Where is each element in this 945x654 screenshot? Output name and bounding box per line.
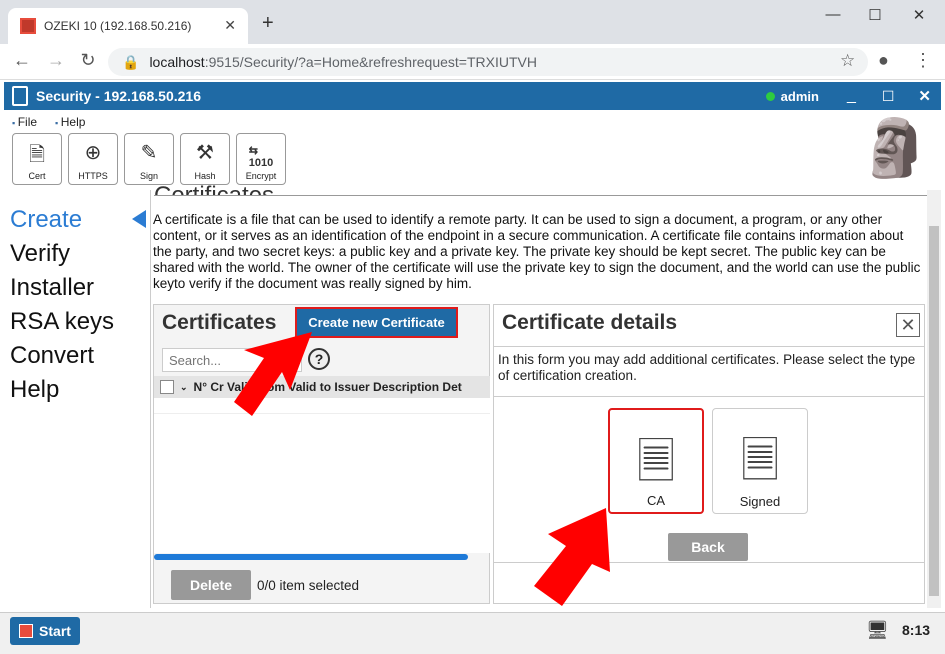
start-button[interactable]: Start [10,617,80,645]
profile-icon[interactable]: ● [878,50,889,71]
left-navigation: Create Verify Installer RSA keys Convert… [4,200,148,605]
globe-icon: ⊕ [84,142,102,164]
nav-item-verify[interactable]: Verify [10,240,70,268]
toolbar: 🗎 Cert ⊕ HTTPS ✎ Sign ⚒ Hash ⇆ 1010 Encrypt [4,133,941,189]
app-minimize-icon[interactable]: _ [847,87,856,105]
nav-item-rsa-keys[interactable]: RSA keys [10,308,114,336]
divider [494,396,924,397]
chevron-down-icon[interactable]: ⌄ [180,382,188,393]
monitor-icon[interactable]: 🖥 [866,620,889,641]
forward-arrow-icon[interactable]: → [44,50,68,71]
ozeki-favicon-icon [20,18,36,34]
app-maximize-icon[interactable]: ☐ [882,88,895,105]
url-path: :9515/Security/?a=Home&refreshrequest=TR… [204,54,537,70]
scrollbar-thumb[interactable] [929,226,939,596]
menu-file[interactable]: File [12,115,37,129]
user-name[interactable]: admin [781,89,819,104]
app-title: Security - 192.168.50.216 [36,88,202,104]
selection-status: 0/0 item selected [257,578,360,593]
menu-bar: File Help [4,112,941,132]
nav-item-help[interactable]: Help [10,376,59,404]
address-bar[interactable]: 🔒 localhost:9515/Security/?a=Home&refres… [108,48,868,76]
nav-item-installer[interactable]: Installer [10,274,94,302]
back-arrow-icon[interactable]: ← [10,50,34,71]
lock-icon: 🔒 [122,53,140,70]
menu-help[interactable]: Help [55,115,86,129]
page-heading: Certificates [154,182,934,196]
browser-tab[interactable]: OZEKI 10 (192.168.50.216) ✕ [8,8,248,44]
window-maximize-button[interactable]: ☐ [860,6,890,24]
toolbar-sign-button[interactable]: ✎ Sign [124,133,174,185]
security-app-icon [12,86,28,106]
toolbar-hash-button[interactable]: ⚒ Hash [180,133,230,185]
red-arrow-icon [534,508,610,606]
toolbar-encrypt-button[interactable]: ⇆ 1010 Encrypt [236,133,286,185]
nav-item-create[interactable]: Create [10,206,82,234]
hammer-icon: ⚒ [196,142,214,164]
start-icon [19,624,34,638]
horizontal-scrollbar[interactable] [154,554,468,560]
bookmark-star-icon[interactable]: ☆ [840,51,855,71]
red-arrow-icon [234,332,312,416]
window-minimize-button[interactable]: — [818,6,848,23]
delete-button[interactable]: Delete [171,570,251,600]
reload-icon[interactable]: ↻ [76,50,100,71]
nav-item-convert[interactable]: Convert [10,342,94,370]
active-nav-pointer-icon [132,210,146,228]
online-status-icon [765,91,775,101]
sign-icon: ✎ [140,142,158,164]
close-icon[interactable]: ✕ [896,313,920,337]
new-tab-button[interactable]: + [262,12,274,35]
ca-certificate-icon: 🗏 [636,436,676,489]
app-title-bar: Security - 192.168.50.216 admin _ ☐ ✕ [4,82,941,110]
cert-icon: 🗎 [28,144,46,166]
signed-certificate-icon: 🗏 [740,435,780,488]
ozeki-statue-logo-icon: 🗿 [860,116,930,179]
select-all-checkbox[interactable] [160,380,174,394]
toolbar-cert-button[interactable]: 🗎 Cert [12,133,62,185]
close-tab-icon[interactable]: ✕ [224,17,236,34]
taskbar-clock: 8:13 [902,622,931,638]
browser-menu-icon[interactable]: ⋮ [914,50,932,71]
page-description: A certificate is a file that can be used… [153,212,921,291]
window-close-button[interactable]: ✕ [904,6,934,24]
toolbar-https-button[interactable]: ⊕ HTTPS [68,133,118,185]
signed-option-button[interactable]: 🗏 Signed [712,408,808,514]
certificate-details-title: Certificate details [502,311,678,334]
certificates-table-body [154,398,490,553]
taskbar [0,612,945,654]
back-button[interactable]: Back [668,533,748,561]
binary-icon: ⇆ 1010 [248,145,274,169]
tab-title: OZEKI 10 (192.168.50.216) [44,19,192,33]
url-host: localhost [149,54,205,70]
app-close-icon[interactable]: ✕ [918,87,931,105]
divider [494,346,924,347]
certificate-details-description: In this form you may add additional cert… [498,352,916,383]
ca-option-button[interactable]: 🗏 CA [608,408,704,514]
